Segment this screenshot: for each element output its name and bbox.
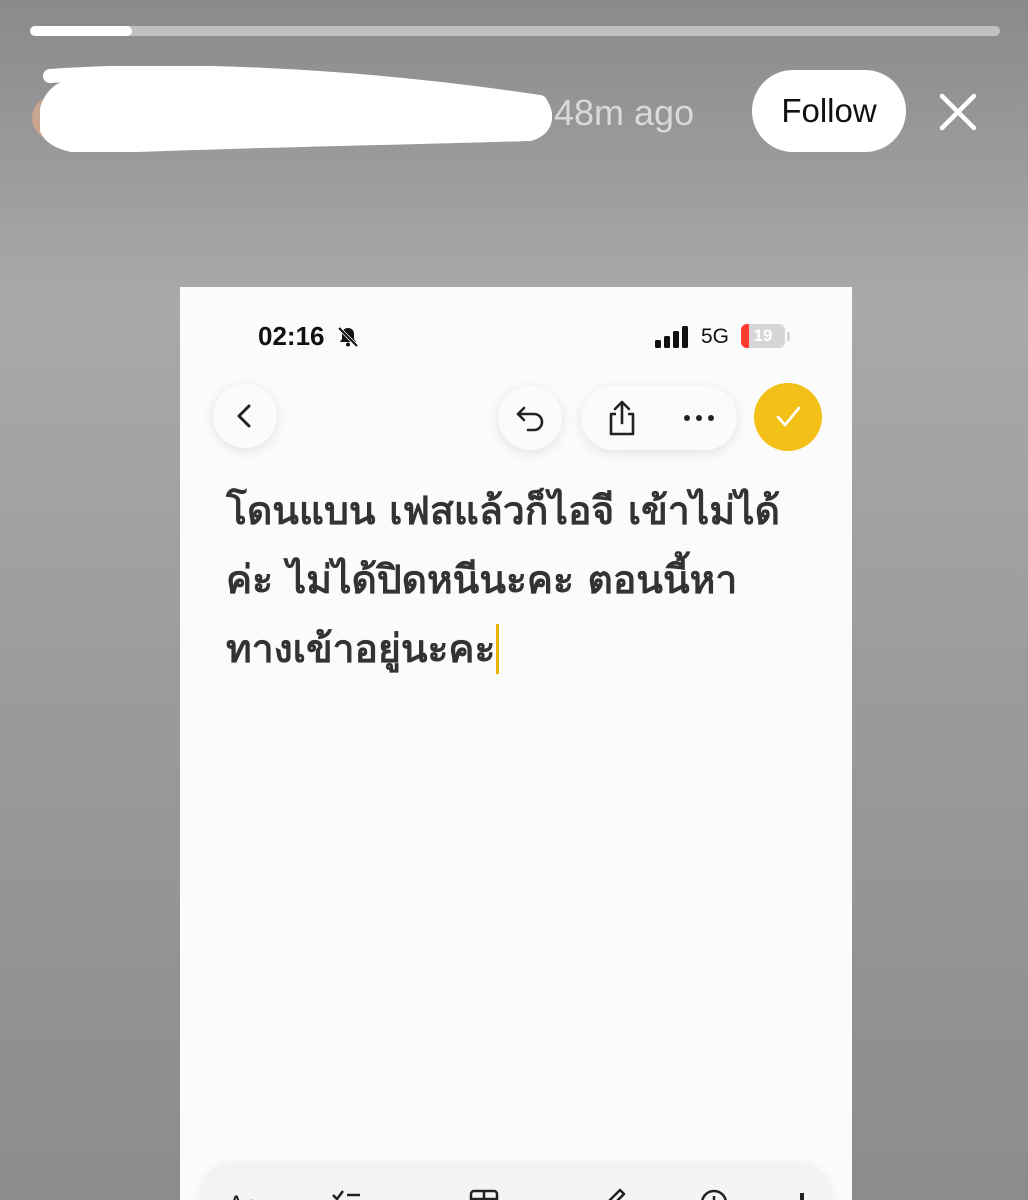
share-button[interactable]	[590, 386, 654, 450]
share-icon	[609, 400, 635, 436]
screenshot-card: 02:16 5G 19 โดนแบน เฟสแล้วก็ไอจี เข้าไม่…	[180, 287, 852, 1200]
follow-button[interactable]: Follow	[752, 70, 906, 152]
bell-slash-icon	[337, 326, 359, 348]
more-partial-icon[interactable]	[794, 1185, 826, 1200]
checkmark-icon	[776, 406, 801, 427]
text-caret	[496, 624, 500, 674]
svg-text:Aa: Aa	[228, 1191, 259, 1200]
close-icon[interactable]	[934, 88, 982, 136]
more-icon	[684, 415, 714, 421]
more-button[interactable]	[667, 386, 731, 450]
battery-percent: 19	[753, 326, 773, 345]
redaction-scribble	[40, 66, 552, 152]
checklist-icon[interactable]	[330, 1185, 362, 1200]
attachment-icon[interactable]	[698, 1185, 730, 1200]
bottom-toolbar: Aa	[202, 1167, 830, 1200]
undo-icon	[516, 406, 544, 432]
chevron-left-icon	[237, 404, 251, 428]
back-button[interactable]	[213, 384, 277, 448]
status-time: 02:16	[258, 321, 325, 351]
table-icon[interactable]	[468, 1185, 500, 1200]
battery-nub	[787, 332, 790, 341]
undo-button[interactable]	[498, 386, 562, 450]
text-format-icon[interactable]: Aa	[228, 1185, 260, 1200]
note-text: โดนแบน เฟสแล้วก็ไอจี เข้าไม่ได้ ค่ะ ไม่ไ…	[226, 489, 780, 672]
done-button[interactable]	[754, 383, 822, 451]
story-progress-bar	[30, 26, 1000, 36]
note-editor[interactable]: โดนแบน เฟสแล้วก็ไอจี เข้าไม่ได้ ค่ะ ไม่ไ…	[226, 477, 816, 684]
story-progress-fill	[30, 26, 132, 36]
battery-icon: 19	[741, 324, 785, 348]
pen-icon[interactable]	[596, 1185, 628, 1200]
story-time-ago: 48m ago	[554, 92, 695, 133]
signal-icon	[655, 326, 688, 348]
network-type: 5G	[701, 325, 730, 348]
